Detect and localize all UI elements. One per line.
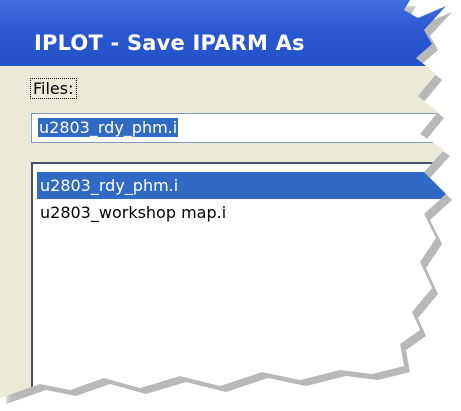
screenshot-canvas: IPLOT - Save IPARM As Files: u2803_rdy_p…	[0, 0, 461, 411]
filename-input[interactable]: u2803_rdy_phm.i	[31, 113, 446, 143]
list-item[interactable]: u2803_workshop map.i	[37, 199, 446, 226]
window-title: IPLOT - Save IPARM As	[34, 31, 305, 55]
list-item[interactable]: u2803_rdy_phm.i	[37, 172, 446, 199]
window-titlebar[interactable]: IPLOT - Save IPARM As	[0, 0, 446, 66]
filename-input-value: u2803_rdy_phm.i	[38, 118, 179, 137]
files-label: Files:	[30, 78, 77, 99]
save-iparm-dialog: IPLOT - Save IPARM As Files: u2803_rdy_p…	[0, 0, 446, 398]
